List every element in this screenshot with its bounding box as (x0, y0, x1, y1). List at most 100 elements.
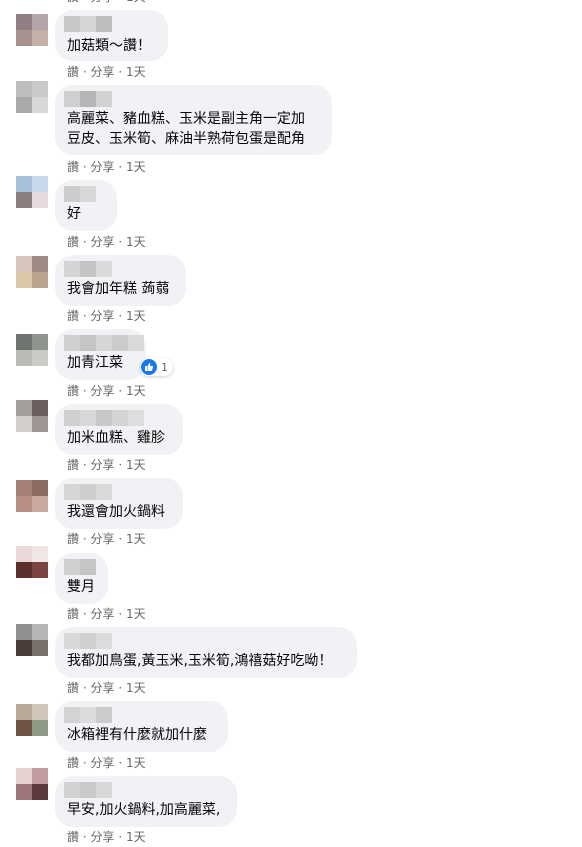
timestamp[interactable]: 1天 (126, 681, 146, 695)
avatar[interactable] (16, 400, 48, 432)
comment-text-line-2: 豆皮、玉米筍、麻油半熟荷包蛋是配角 (67, 131, 305, 147)
author-name-blurred[interactable] (64, 91, 112, 107)
like-link[interactable]: 讚 (67, 830, 79, 844)
like-link[interactable]: 讚 (67, 235, 79, 249)
avatar-pixel (32, 784, 48, 800)
comment-actions: 讚 · 分享 · 1天 (67, 830, 146, 844)
like-link[interactable]: 讚 (67, 458, 79, 472)
avatar[interactable] (16, 256, 48, 288)
share-link[interactable]: 分享 (91, 681, 115, 695)
avatar-pixel (16, 624, 32, 640)
share-link[interactable]: 分享 (91, 160, 115, 174)
like-link[interactable]: 讚 (67, 607, 79, 621)
reaction-count: 1 (161, 360, 168, 374)
comment-actions: 讚 · 分享 · 1天 (67, 65, 146, 79)
share-link[interactable]: 分享 (91, 0, 115, 4)
share-link[interactable]: 分享 (91, 756, 115, 770)
author-name-blurred[interactable] (64, 484, 112, 500)
avatar-pixel (16, 30, 32, 46)
like-link[interactable]: 讚 (67, 756, 79, 770)
like-link[interactable]: 讚 (67, 384, 79, 398)
avatar-pixel (16, 14, 32, 30)
avatar-pixel (16, 192, 32, 208)
like-link[interactable]: 讚 (67, 0, 79, 4)
avatar[interactable] (16, 624, 48, 656)
comment-text: 加米血糕、雞胗 (67, 430, 165, 446)
like-link[interactable]: 讚 (67, 309, 79, 323)
like-link[interactable]: 讚 (67, 65, 79, 79)
like-link[interactable]: 讚 (67, 681, 79, 695)
comment-actions: 讚 · 分享 · 1天 (67, 235, 146, 249)
timestamp[interactable]: 1天 (126, 309, 146, 323)
comment-text: 加菇類～讚！ (67, 38, 151, 54)
avatar-pixel (16, 720, 32, 736)
author-name-blurred[interactable] (64, 261, 112, 277)
avatar[interactable] (16, 704, 48, 736)
comment-bubble: 好 (55, 180, 117, 231)
comment-bubble: 冰箱裡有什麼就加什麼 (55, 701, 228, 752)
avatar[interactable] (16, 480, 48, 512)
author-name-blurred[interactable] (64, 559, 96, 575)
like-link[interactable]: 讚 (67, 532, 79, 546)
avatar-pixel (32, 720, 48, 736)
comment-text: 冰箱裡有什麼就加什麼 (67, 727, 207, 743)
comment-bubble: 加菇類～讚！ (55, 10, 168, 61)
timestamp[interactable]: 1天 (126, 756, 146, 770)
comment-actions: 讚 · 分享 · 1天 (67, 384, 146, 398)
avatar-pixel (16, 768, 32, 784)
timestamp[interactable]: 1天 (126, 235, 146, 249)
like-link[interactable]: 讚 (67, 160, 79, 174)
timestamp[interactable]: 1天 (126, 607, 146, 621)
comment-feed: 讚 · 分享 · 1天 加菇類～讚！ 讚 · 分享 · 1天 高麗菜、豬血糕、玉… (0, 0, 582, 847)
comment-text: 加青江菜 (67, 355, 123, 371)
timestamp[interactable]: 1天 (126, 830, 146, 844)
avatar-pixel (16, 562, 32, 578)
avatar-pixel (32, 546, 48, 562)
avatar-pixel (32, 334, 48, 350)
share-link[interactable]: 分享 (91, 830, 115, 844)
avatar-pixel (32, 192, 48, 208)
avatar[interactable] (16, 176, 48, 208)
share-link[interactable]: 分享 (91, 607, 115, 621)
author-name-blurred[interactable] (64, 186, 96, 202)
timestamp[interactable]: 1天 (126, 65, 146, 79)
avatar-pixel (16, 416, 32, 432)
top-comment-actions: 讚 · 分享 · 1天 (67, 0, 146, 5)
comment-text: 好 (67, 206, 81, 222)
avatar-pixel (32, 272, 48, 288)
share-link[interactable]: 分享 (91, 235, 115, 249)
avatar[interactable] (16, 14, 48, 46)
comment-actions: 讚 · 分享 · 1天 (67, 607, 146, 621)
author-name-blurred[interactable] (64, 707, 112, 723)
comment-bubble: 我都加鳥蛋,黃玉米,玉米筍,鴻禧菇好吃呦！ (55, 627, 357, 678)
author-name-blurred[interactable] (64, 410, 144, 426)
avatar-pixel (32, 416, 48, 432)
share-link[interactable]: 分享 (91, 532, 115, 546)
avatar[interactable] (16, 768, 48, 800)
share-link[interactable]: 分享 (91, 309, 115, 323)
share-link[interactable]: 分享 (91, 65, 115, 79)
author-name-blurred[interactable] (64, 335, 144, 351)
avatar-pixel (16, 784, 32, 800)
author-name-blurred[interactable] (64, 782, 112, 798)
avatar[interactable] (16, 546, 48, 578)
share-link[interactable]: 分享 (91, 458, 115, 472)
avatar-pixel (32, 81, 48, 97)
timestamp[interactable]: 1天 (126, 532, 146, 546)
comment-text: 雙月 (67, 579, 95, 595)
reaction-badge[interactable]: 1 (140, 358, 173, 376)
avatar-pixel (16, 640, 32, 656)
comment-actions: 讚 · 分享 · 1天 (67, 681, 146, 695)
avatar[interactable] (16, 81, 48, 113)
comment-bubble: 加米血糕、雞胗 (55, 404, 183, 455)
share-link[interactable]: 分享 (91, 384, 115, 398)
avatar-pixel (16, 400, 32, 416)
timestamp[interactable]: 1天 (126, 0, 146, 4)
timestamp[interactable]: 1天 (126, 384, 146, 398)
avatar-pixel (16, 480, 32, 496)
author-name-blurred[interactable] (64, 16, 112, 32)
author-name-blurred[interactable] (64, 633, 112, 649)
timestamp[interactable]: 1天 (126, 458, 146, 472)
avatar[interactable] (16, 334, 48, 366)
timestamp[interactable]: 1天 (126, 160, 146, 174)
